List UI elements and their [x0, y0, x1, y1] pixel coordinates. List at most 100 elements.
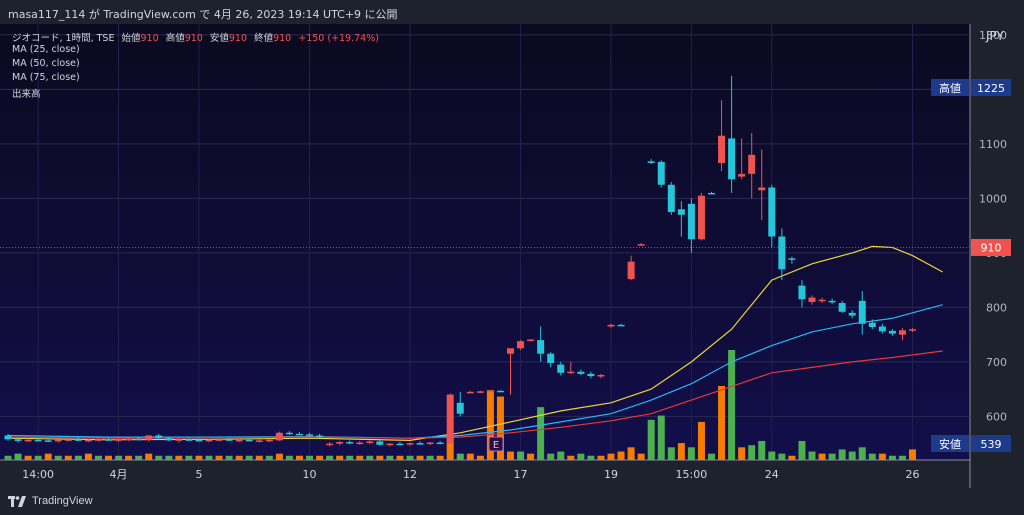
time-tick-label: 19	[604, 468, 618, 481]
volume-bar	[295, 455, 303, 460]
time-tick-label: 10	[303, 468, 317, 481]
time-tick-label: 24	[765, 468, 779, 481]
volume-bar	[898, 455, 906, 460]
earnings-event-marker[interactable]: E	[488, 436, 504, 452]
candle-body	[426, 442, 434, 445]
candle-body	[125, 438, 133, 441]
candle-body	[115, 439, 123, 441]
current-price-value: 910	[981, 241, 1002, 254]
volume-bar	[366, 455, 374, 460]
candle-body	[798, 285, 806, 300]
candle-body	[295, 433, 303, 436]
footer-brand: TradingView	[32, 495, 93, 507]
candle-body	[155, 435, 163, 439]
volume-bar	[285, 455, 293, 460]
candle-body	[808, 297, 816, 302]
candle-body	[446, 394, 454, 444]
candle-body	[105, 439, 112, 441]
volume-bar	[567, 455, 575, 460]
volume-bar	[607, 453, 615, 460]
volume-bar	[245, 455, 253, 460]
volume-bar	[708, 453, 715, 460]
candle-body	[396, 443, 404, 446]
volume-bar	[24, 455, 32, 460]
time-tick-label: 5	[195, 468, 202, 481]
volume-bar	[858, 447, 866, 460]
volume-bar	[145, 453, 153, 460]
candle-body	[647, 161, 655, 163]
legend-low-label: 安値	[209, 33, 229, 44]
candle	[697, 192, 705, 241]
volume-bar	[868, 453, 876, 460]
volume-bar	[718, 385, 726, 460]
chart-frame[interactable]: 1300120011001000900800700600 14:004月5101…	[0, 24, 1024, 488]
high-price-label: 高値 1225	[931, 79, 1011, 96]
volume-bar	[255, 455, 263, 460]
legend-ma25[interactable]: MA (25, close)	[12, 44, 80, 55]
volume-bar	[627, 447, 635, 460]
volume-bar	[155, 455, 163, 460]
volume-bar	[677, 443, 685, 460]
candle-body	[356, 442, 364, 445]
legend-ma50[interactable]: MA (50, close)	[12, 58, 80, 69]
candlestick-chart[interactable]: 1300120011001000900800700600 14:004月5101…	[0, 24, 1024, 488]
candle-body	[135, 438, 143, 441]
volume-bar	[416, 455, 424, 460]
candle-body	[466, 391, 474, 394]
volume-bar	[346, 455, 354, 460]
volume-bar	[667, 447, 675, 460]
candle-body	[54, 439, 62, 442]
volume-bar	[657, 415, 665, 460]
tradingview-logo[interactable]: TradingView	[8, 495, 93, 507]
candle-body	[336, 442, 344, 444]
legend-ma75[interactable]: MA (75, close)	[12, 72, 80, 83]
candle-body	[778, 236, 786, 270]
candle-body	[828, 300, 836, 303]
candle-body	[84, 439, 92, 442]
volume-bar	[778, 453, 786, 460]
legend-symbol: ジオコード, 1時間, TSE	[12, 33, 115, 44]
candle-body	[898, 330, 906, 335]
candle-body	[346, 442, 354, 444]
candle-body	[195, 439, 203, 442]
volume-bar	[115, 455, 123, 460]
volume-bar	[94, 455, 102, 460]
volume-bar	[376, 455, 384, 460]
volume-bar	[768, 451, 776, 460]
volume-bar	[466, 453, 474, 460]
tradingview-logo-icon	[8, 495, 26, 507]
candle	[657, 160, 665, 188]
candle-body	[607, 324, 615, 327]
volume-bar	[205, 455, 213, 460]
candle-body	[557, 364, 565, 373]
candle-body	[627, 261, 635, 280]
candle-body	[748, 154, 756, 174]
volume-bar	[185, 455, 193, 460]
volume-bar	[838, 449, 846, 460]
volume-bar	[738, 447, 746, 460]
candle-body	[818, 299, 826, 302]
candle-body	[909, 329, 916, 331]
candle-body	[687, 203, 695, 240]
volume-bar	[476, 455, 484, 460]
candle-body	[34, 439, 42, 442]
candle-body	[547, 353, 555, 363]
time-tick-label: 17	[514, 468, 528, 481]
volume-bar	[788, 455, 796, 460]
time-axis-background	[0, 460, 1024, 488]
legend-open-label: 始値	[121, 33, 141, 44]
candle-body	[235, 439, 243, 442]
volume-bar	[235, 455, 243, 460]
volume-bar	[557, 451, 565, 460]
volume-bar	[14, 453, 22, 460]
price-tick-label: 600	[986, 410, 1007, 423]
candle-body	[637, 244, 645, 246]
legend-volume[interactable]: 出来高	[12, 86, 41, 100]
candle-body	[255, 440, 263, 442]
candle-body	[94, 439, 102, 441]
candle-body	[667, 184, 675, 213]
header-bar: masa117_114 が TradingView.com で 4月 26, 2…	[0, 0, 1024, 24]
candle-body	[677, 209, 685, 215]
candle-body	[888, 330, 896, 334]
candle-body	[657, 161, 665, 185]
